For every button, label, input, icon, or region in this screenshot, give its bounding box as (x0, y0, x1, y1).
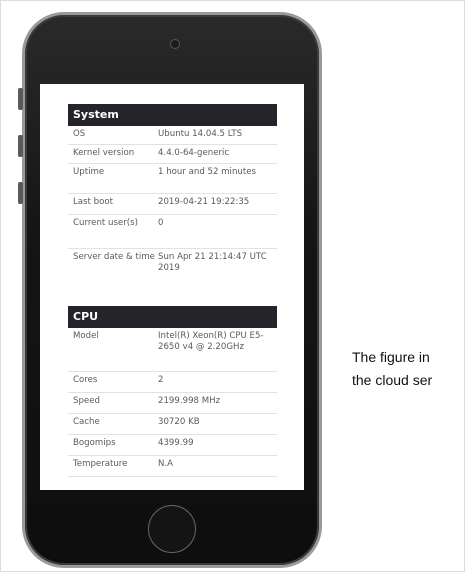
row-value: Ubuntu 14.04.5 LTS (158, 129, 243, 139)
table-row: Model Intel(R) Xeon(R) CPU E5-2650 v4 @ … (68, 328, 277, 372)
row-label: OS (73, 129, 86, 139)
caption-line-2: the cloud ser (352, 372, 433, 388)
volume-down-button[interactable] (18, 182, 23, 204)
row-label: Kernel version (73, 148, 135, 158)
table-row: OS Ubuntu 14.04.5 LTS (68, 126, 277, 145)
volume-up-button[interactable] (18, 135, 23, 157)
row-value: 4.4.0-64-generic (158, 148, 230, 158)
table-row: Speed 2199.998 MHz (68, 393, 277, 414)
row-label: Cache (73, 417, 100, 427)
row-value: 0 (158, 218, 164, 228)
row-label: Cores (73, 375, 98, 385)
row-value: 4399.99 (158, 438, 194, 448)
row-value: Intel(R) Xeon(R) CPU E5-2650 v4 @ 2.20GH… (158, 331, 264, 352)
caption-line-1: The figure in (352, 349, 430, 365)
cpu-card-title: CPU (68, 306, 277, 328)
table-row: Temperature N.A (68, 456, 277, 477)
row-value: 2019-04-21 19:22:35 (158, 197, 250, 207)
phone-screen: System OS Ubuntu 14.04.5 LTS Kernel vers… (40, 84, 304, 490)
row-label: Bogomips (73, 438, 116, 448)
table-row: Last boot 2019-04-21 19:22:35 (68, 194, 277, 215)
table-row: Cores 2 (68, 372, 277, 393)
front-camera-icon (170, 39, 180, 49)
row-value: 1 hour and 52 minutes (158, 167, 256, 177)
row-value: Sun Apr 21 21:14:47 UTC 2019 (158, 252, 267, 273)
row-value: 2 (158, 375, 164, 385)
row-label: Server date & time (73, 252, 155, 262)
table-row: Kernel version 4.4.0-64-generic (68, 145, 277, 164)
row-value: 30720 KB (158, 417, 200, 427)
row-label: Last boot (73, 197, 113, 207)
row-label: Temperature (73, 459, 128, 469)
row-label: Model (73, 331, 99, 341)
row-label: Current user(s) (73, 218, 138, 228)
row-value: 2199.998 MHz (158, 396, 221, 406)
row-value: N.A (158, 459, 174, 469)
cpu-card: CPU Model Intel(R) Xeon(R) CPU E5-2650 v… (68, 306, 277, 477)
table-row: Current user(s) 0 (68, 215, 277, 249)
row-label: Speed (73, 396, 100, 406)
row-label: Uptime (73, 167, 105, 177)
system-card: System OS Ubuntu 14.04.5 LTS Kernel vers… (68, 104, 277, 283)
table-row: Uptime 1 hour and 52 minutes (68, 164, 277, 194)
system-card-title: System (68, 104, 277, 126)
home-button[interactable] (148, 505, 196, 553)
mute-switch[interactable] (18, 88, 23, 110)
table-row: Server date & time Sun Apr 21 21:14:47 U… (68, 249, 277, 283)
table-row: Bogomips 4399.99 (68, 435, 277, 456)
table-row: Cache 30720 KB (68, 414, 277, 435)
